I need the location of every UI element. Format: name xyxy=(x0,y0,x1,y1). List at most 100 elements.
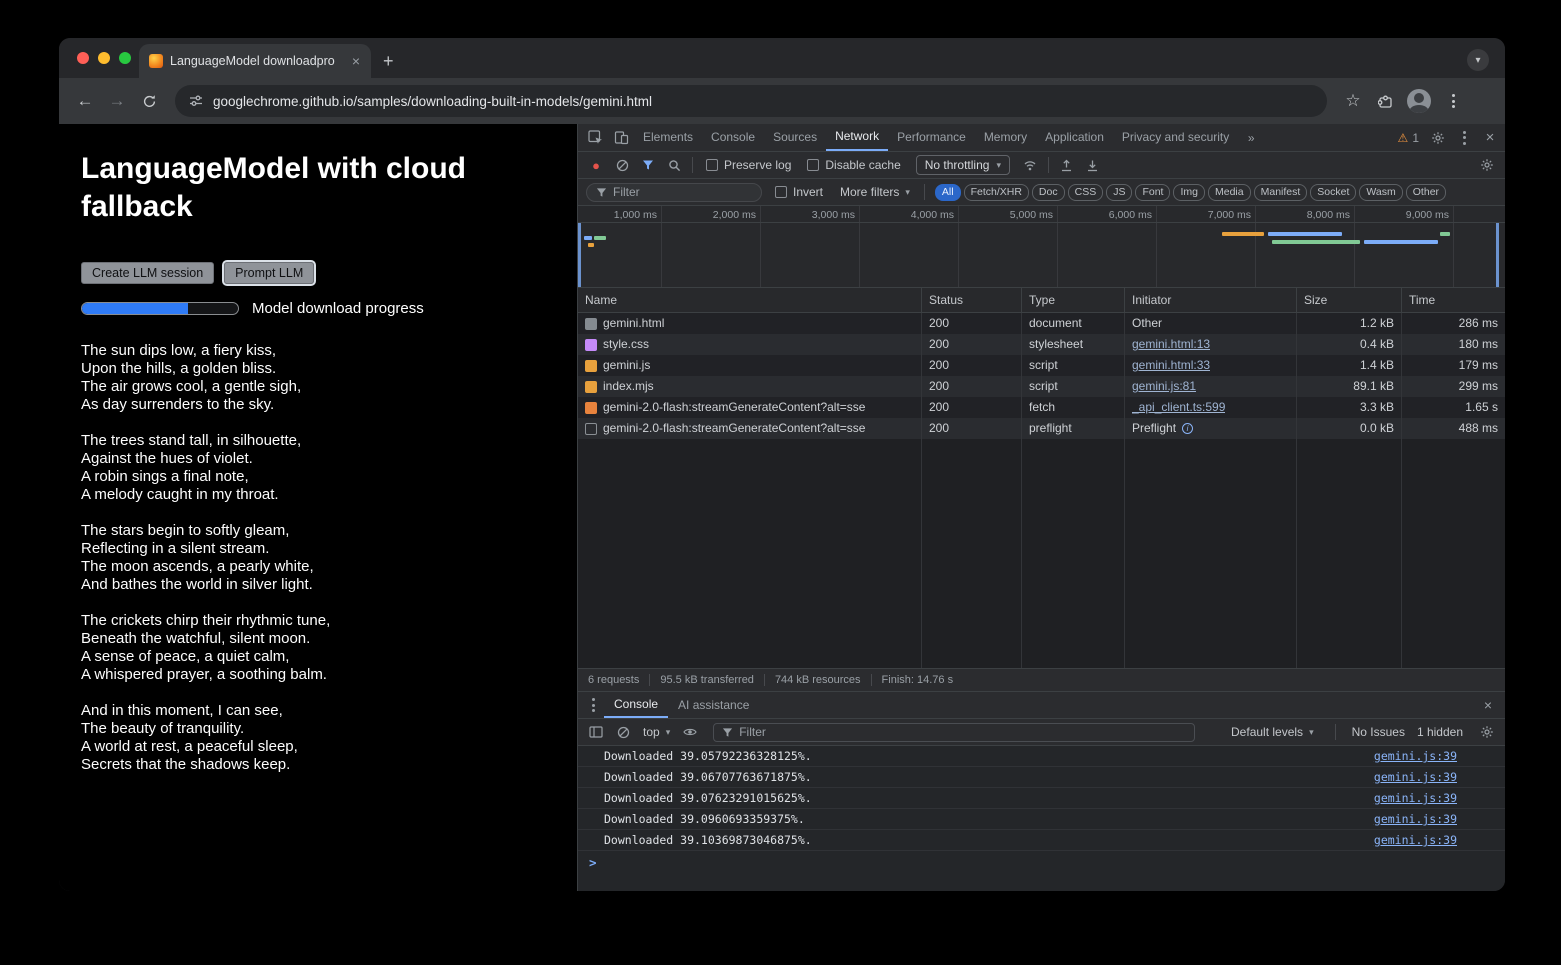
bookmark-star-icon[interactable]: ☆ xyxy=(1339,87,1367,115)
profile-avatar[interactable] xyxy=(1407,89,1431,113)
devtools-tab-performance[interactable]: Performance xyxy=(888,125,975,150)
devtools-tab-memory[interactable]: Memory xyxy=(975,125,1036,150)
filter-chip-wasm[interactable]: Wasm xyxy=(1359,184,1402,201)
console-message[interactable]: Downloaded 39.06707763671875%. gemini.js… xyxy=(578,767,1505,788)
console-sidebar-icon[interactable] xyxy=(584,720,608,744)
more-filters-button[interactable]: More filters ▾ xyxy=(836,185,914,199)
forward-button[interactable]: → xyxy=(103,87,131,115)
filter-chip-img[interactable]: Img xyxy=(1173,184,1205,201)
console-context-selector[interactable]: top ▾ xyxy=(638,725,675,739)
console-filter-input[interactable]: Filter xyxy=(713,723,1195,742)
initiator-link[interactable]: gemini.html:13 xyxy=(1132,334,1210,355)
preflight-info-icon[interactable]: i xyxy=(1182,423,1193,434)
more-tabs-icon[interactable]: » xyxy=(1238,125,1264,151)
devtools-tab-network[interactable]: Network xyxy=(826,124,888,151)
table-row[interactable]: gemini.html 200 document Other 1.2 kB 28… xyxy=(578,313,1505,334)
timeline-brush-right[interactable] xyxy=(1496,223,1499,287)
devtools-settings-icon[interactable] xyxy=(1425,125,1451,151)
drawer-menu-icon[interactable] xyxy=(582,698,604,712)
column-header-size[interactable]: Size xyxy=(1297,288,1402,312)
column-header-type[interactable]: Type xyxy=(1022,288,1125,312)
console-source-link[interactable]: gemini.js:39 xyxy=(1374,749,1457,763)
console-prompt[interactable]: > xyxy=(578,851,1505,873)
site-settings-icon[interactable] xyxy=(189,94,203,108)
table-row[interactable]: gemini-2.0-flash:streamGenerateContent?a… xyxy=(578,397,1505,418)
tab-search-button[interactable]: ▾ xyxy=(1467,49,1489,71)
column-header-time[interactable]: Time xyxy=(1402,288,1505,312)
drawer-close-icon[interactable]: × xyxy=(1475,697,1501,713)
preserve-log-checkbox[interactable]: Preserve log xyxy=(699,158,798,172)
column-header-name[interactable]: Name xyxy=(578,288,922,312)
clear-console-icon[interactable] xyxy=(611,720,635,744)
console-source-link[interactable]: gemini.js:39 xyxy=(1374,770,1457,784)
back-button[interactable]: ← xyxy=(71,87,99,115)
table-row[interactable]: style.css 200 stylesheet gemini.html:13 … xyxy=(578,334,1505,355)
filter-chip-all[interactable]: All xyxy=(935,184,961,201)
filter-chip-socket[interactable]: Socket xyxy=(1310,184,1356,201)
network-settings-icon[interactable] xyxy=(1475,153,1499,177)
issues-status[interactable]: No Issues xyxy=(1352,725,1405,739)
export-har-icon[interactable] xyxy=(1055,153,1079,177)
devtools-tab-elements[interactable]: Elements xyxy=(634,125,702,150)
tab-close-icon[interactable]: × xyxy=(349,53,363,69)
filter-chip-css[interactable]: CSS xyxy=(1068,184,1104,201)
network-overview-timeline[interactable]: 1,000 ms 2,000 ms 3,000 ms 4,000 ms 5,00… xyxy=(578,206,1505,288)
issues-counter[interactable]: ⚠ 1 xyxy=(1392,131,1425,145)
console-source-link[interactable]: gemini.js:39 xyxy=(1374,812,1457,826)
console-message[interactable]: Downloaded 39.0960693359375%. gemini.js:… xyxy=(578,809,1505,830)
timeline-brush-left[interactable] xyxy=(578,223,581,287)
url-bar[interactable]: googlechrome.github.io/samples/downloadi… xyxy=(175,85,1327,117)
console-settings-icon[interactable] xyxy=(1475,720,1499,744)
drawer-tab-console[interactable]: Console xyxy=(604,692,668,718)
network-filter-input[interactable]: Filter xyxy=(586,183,762,202)
console-levels-select[interactable]: Default levels ▾ xyxy=(1226,725,1319,739)
prompt-llm-button[interactable]: Prompt LLM xyxy=(224,262,314,284)
browser-menu-icon[interactable] xyxy=(1439,87,1467,115)
table-row[interactable]: gemini.js 200 script gemini.html:33 1.4 … xyxy=(578,355,1505,376)
devtools-tab-console[interactable]: Console xyxy=(702,125,764,150)
reload-button[interactable] xyxy=(135,87,163,115)
devtools-close-icon[interactable]: × xyxy=(1477,125,1503,151)
console-message[interactable]: Downloaded 39.07623291015625%. gemini.js… xyxy=(578,788,1505,809)
filter-chip-media[interactable]: Media xyxy=(1208,184,1251,201)
import-har-icon[interactable] xyxy=(1081,153,1105,177)
table-row[interactable]: gemini-2.0-flash:streamGenerateContent?a… xyxy=(578,418,1505,439)
console-message[interactable]: Downloaded 39.10369873046875%. gemini.js… xyxy=(578,830,1505,851)
console-source-link[interactable]: gemini.js:39 xyxy=(1374,791,1457,805)
record-network-log-button[interactable]: ● xyxy=(584,153,608,177)
console-source-link[interactable]: gemini.js:39 xyxy=(1374,833,1457,847)
filter-chip-other[interactable]: Other xyxy=(1406,184,1446,201)
column-header-initiator[interactable]: Initiator xyxy=(1125,288,1297,312)
filter-chip-fetch-xhr[interactable]: Fetch/XHR xyxy=(964,184,1029,201)
new-tab-button[interactable]: + xyxy=(383,52,394,70)
devtools-menu-icon[interactable] xyxy=(1451,125,1477,151)
hidden-messages-count[interactable]: 1 hidden xyxy=(1417,725,1463,739)
network-conditions-icon[interactable] xyxy=(1018,153,1042,177)
clear-network-log-icon[interactable] xyxy=(610,153,634,177)
live-expression-eye-icon[interactable] xyxy=(678,720,702,744)
disable-cache-checkbox[interactable]: Disable cache xyxy=(800,158,907,172)
minimize-window-button[interactable] xyxy=(98,52,110,64)
extensions-icon[interactable] xyxy=(1371,87,1399,115)
initiator-link[interactable]: gemini.html:33 xyxy=(1132,355,1210,376)
filter-toggle-icon[interactable] xyxy=(636,153,660,177)
maximize-window-button[interactable] xyxy=(119,52,131,64)
filter-chip-js[interactable]: JS xyxy=(1106,184,1132,201)
devtools-tab-privacy[interactable]: Privacy and security xyxy=(1113,125,1238,150)
initiator-link[interactable]: _api_client.ts:599 xyxy=(1132,397,1225,418)
invert-checkbox[interactable]: Invert xyxy=(768,185,830,199)
search-icon[interactable] xyxy=(662,153,686,177)
create-llm-session-button[interactable]: Create LLM session xyxy=(81,262,214,284)
filter-chip-doc[interactable]: Doc xyxy=(1032,184,1065,201)
device-toolbar-icon[interactable] xyxy=(608,125,634,151)
filter-chip-manifest[interactable]: Manifest xyxy=(1254,184,1308,201)
inspect-element-icon[interactable] xyxy=(582,125,608,151)
column-header-status[interactable]: Status xyxy=(922,288,1022,312)
browser-tab[interactable]: LanguageModel downloadpro × xyxy=(139,44,371,78)
drawer-tab-ai-assistance[interactable]: AI assistance xyxy=(668,693,759,717)
close-window-button[interactable] xyxy=(77,52,89,64)
devtools-tab-application[interactable]: Application xyxy=(1036,125,1113,150)
throttling-select[interactable]: No throttling ▾ xyxy=(916,155,1010,175)
filter-chip-font[interactable]: Font xyxy=(1135,184,1170,201)
initiator-link[interactable]: gemini.js:81 xyxy=(1132,376,1196,397)
